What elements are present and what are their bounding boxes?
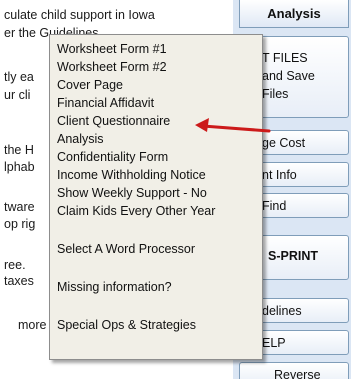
- files-button-label: and Save: [262, 69, 315, 83]
- find-button-label: Find: [262, 199, 287, 213]
- background-text-line: ur cli: [4, 88, 31, 102]
- reverse-button-label: Reverse: [274, 368, 321, 379]
- arrow-head: [195, 118, 209, 132]
- menu-item-select-word-processor[interactable]: Select A Word Processor: [57, 241, 195, 257]
- menu-item-worksheet-form-2[interactable]: Worksheet Form #2: [57, 59, 167, 75]
- analysis-header-button[interactable]: Analysis: [239, 0, 349, 28]
- background-text-line: lphab: [4, 160, 35, 174]
- arrow-shaft: [201, 124, 271, 133]
- menu-item-income-withholding-notice[interactable]: Income Withholding Notice: [57, 167, 206, 183]
- background-text-line: more: [18, 318, 47, 332]
- help-button-label: ELP: [262, 336, 286, 350]
- menu-item-financial-affidavit[interactable]: Financial Affidavit: [57, 95, 154, 111]
- background-text-line: taxes: [4, 274, 34, 288]
- files-button-label: Files: [262, 87, 289, 101]
- background-text-line: the H: [4, 143, 34, 157]
- menu-item-cover-page[interactable]: Cover Page: [57, 77, 123, 93]
- left-arrow-icon: [195, 118, 271, 133]
- files-button-label: T FILES: [262, 51, 308, 65]
- reverse-button[interactable]: Reverse: [239, 362, 349, 379]
- background-text-line: tware: [4, 200, 35, 214]
- menu-item-show-weekly-support[interactable]: Show Weekly Support - No: [57, 185, 207, 201]
- background-text-line: ree.: [4, 258, 26, 272]
- menu-item-worksheet-form-1[interactable]: Worksheet Form #1: [57, 41, 167, 57]
- analysis-header-label: Analysis: [267, 6, 321, 21]
- menu-item-client-questionnaire[interactable]: Client Questionnaire: [57, 113, 170, 129]
- menu-item-analysis[interactable]: Analysis: [57, 131, 104, 147]
- s-print-button-label: S-PRINT: [268, 249, 318, 263]
- background-text-line: culate child support in Iowa: [4, 8, 155, 22]
- info-button-label: nt Info: [262, 168, 297, 182]
- cost-button-label: ge Cost: [262, 136, 306, 150]
- menu-item-confidentiality-form[interactable]: Confidentiality Form: [57, 149, 168, 165]
- context-menu: Worksheet Form #1 Worksheet Form #2 Cove…: [49, 34, 263, 360]
- guidelines-button-label: delines: [262, 304, 302, 318]
- background-text-line: op rig: [4, 217, 36, 231]
- background-text-line: tly ea: [4, 70, 34, 84]
- menu-item-claim-kids[interactable]: Claim Kids Every Other Year: [57, 203, 215, 219]
- menu-item-missing-information[interactable]: Missing information?: [57, 279, 172, 295]
- menu-item-special-ops[interactable]: Special Ops & Strategies: [57, 317, 196, 333]
- app-window: culate child support in Iowa er the Guid…: [0, 0, 351, 379]
